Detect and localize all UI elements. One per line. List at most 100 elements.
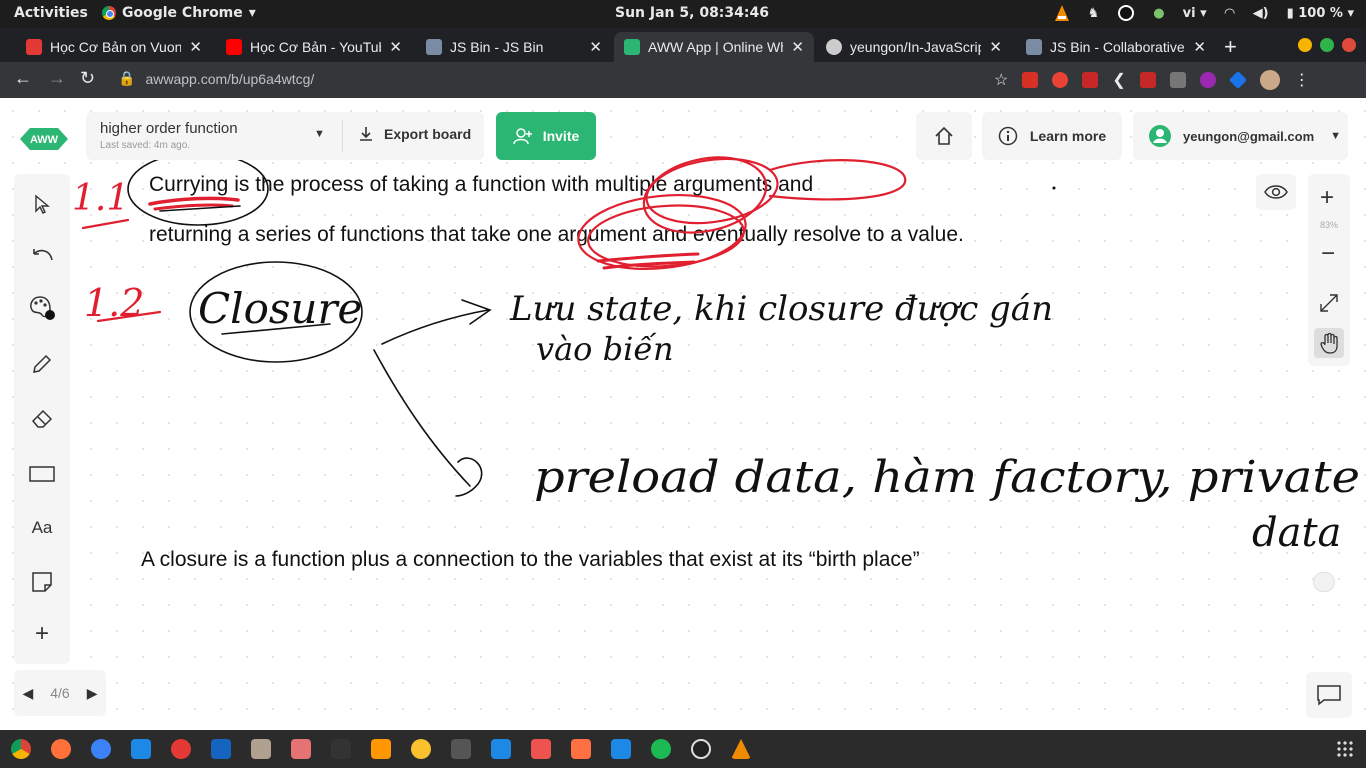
volume-icon[interactable]: ◀) (1253, 6, 1269, 21)
extension-mail-icon[interactable] (1139, 72, 1156, 88)
extension-diamond-icon[interactable] (1228, 70, 1247, 90)
extension-red-icon[interactable] (1022, 72, 1039, 88)
extension-abp-icon[interactable] (1082, 72, 1099, 88)
system-tray: ♞ ● vi ▾ ◠ ◀) ▮ 100 % ▾ (1054, 4, 1354, 22)
chat-button[interactable] (1306, 672, 1352, 718)
chrome-menu-icon[interactable]: ⋮ (1294, 70, 1310, 90)
system-top-bar: Activities Google Chrome ▾ Sun Jan 5, 08… (0, 0, 1366, 28)
extension-t-icon[interactable] (1169, 72, 1186, 88)
close-tab-icon[interactable]: ✕ (1193, 38, 1206, 56)
app-menu[interactable]: Google Chrome ▾ (102, 5, 256, 21)
fit-to-screen-button[interactable] (1318, 292, 1340, 319)
tab-title: Học Cơ Bản - YouTube (250, 39, 382, 55)
aww-logo[interactable]: AWW (18, 126, 70, 152)
emoji-app-icon[interactable] (411, 739, 431, 759)
user-avatar-icon (1149, 125, 1171, 147)
currying-text-line-1[interactable]: Currying is the process of taking a func… (149, 173, 813, 197)
activities-button[interactable]: Activities (14, 5, 88, 21)
extension-purple-icon[interactable] (1199, 72, 1216, 88)
add-user-icon (512, 128, 532, 145)
language-indicator[interactable]: vi ▾ (1183, 6, 1207, 21)
music-icon[interactable] (171, 739, 191, 759)
board-menu-chevron-icon[interactable]: ▼ (314, 128, 325, 140)
extension-recorder-icon[interactable] (1052, 72, 1069, 88)
tab-2[interactable]: Học Cơ Bản - YouTube ✕ (216, 32, 412, 62)
board-name[interactable]: higher order function (100, 120, 238, 137)
text-tool-button[interactable]: Aa (28, 514, 56, 542)
show-applications-icon[interactable] (1336, 740, 1354, 758)
obs-studio-icon[interactable] (691, 739, 711, 759)
tab-3[interactable]: JS Bin - JS Bin ✕ (416, 32, 612, 62)
chrome-icon[interactable] (11, 739, 31, 759)
document-icon[interactable] (211, 739, 231, 759)
extension-arrow-icon[interactable]: ❮ (1112, 70, 1125, 90)
obs-icon[interactable] (1117, 4, 1135, 22)
learn-more-button[interactable]: Learn more (982, 112, 1122, 160)
color-picker-button[interactable] (28, 294, 56, 322)
tab-6[interactable]: JS Bin - Collaborative ✕ (1016, 32, 1216, 62)
archive-icon[interactable] (251, 739, 271, 759)
system-clock[interactable]: Sun Jan 5, 08:34:46 (615, 5, 769, 21)
network-status-icon[interactable]: ● (1153, 6, 1164, 21)
user-account-menu[interactable]: yeungon@gmail.com ▼ (1133, 112, 1348, 160)
shape-tool-button[interactable] (28, 460, 56, 488)
vlc-player-icon[interactable] (731, 739, 751, 759)
select-tool-button[interactable] (28, 190, 56, 218)
close-tab-icon[interactable]: ✕ (389, 38, 402, 56)
page-navigator: ◀ 4/6 ▶ (14, 670, 106, 716)
sticky-note-tool-button[interactable] (28, 568, 56, 596)
files-icon[interactable] (131, 739, 151, 759)
close-tab-icon[interactable]: ✕ (189, 38, 202, 56)
wifi-icon[interactable]: ◠ (1225, 6, 1235, 21)
close-window-button[interactable] (1342, 38, 1356, 52)
pencil-tool-button[interactable] (28, 350, 56, 378)
spotify-icon[interactable] (651, 739, 671, 759)
pan-tool-button[interactable] (1314, 328, 1344, 358)
home-icon (935, 126, 953, 145)
invite-button[interactable]: Invite (496, 112, 596, 160)
camera-icon[interactable] (291, 739, 311, 759)
tab-5[interactable]: yeungon/In-JavaScrip ✕ (816, 32, 1012, 62)
undo-button[interactable] (28, 242, 56, 270)
closure-definition-text[interactable]: A closure is a function plus a connectio… (141, 548, 1021, 572)
tray-app-icon[interactable]: ♞ (1088, 6, 1100, 21)
terminal-icon[interactable] (331, 739, 351, 759)
bookmark-star-icon[interactable]: ☆ (994, 70, 1008, 90)
close-tab-icon[interactable]: ✕ (989, 38, 1002, 56)
next-page-button[interactable]: ▶ (87, 685, 98, 702)
address-bar[interactable]: 🔒 awwapp.com/b/up6a4wtcg/ (118, 70, 314, 87)
add-tool-button[interactable]: + (28, 620, 56, 648)
new-tab-button[interactable]: + (1224, 34, 1237, 60)
zoom-level: 83% (1319, 220, 1338, 230)
firefox-icon[interactable] (51, 739, 71, 759)
home-button[interactable] (916, 112, 972, 160)
tab-1[interactable]: Học Cơ Bản on Vuong ✕ (16, 32, 212, 62)
reload-button[interactable]: ↻ (80, 68, 95, 89)
wifi-app-icon[interactable] (451, 739, 471, 759)
sublime-icon[interactable] (371, 739, 391, 759)
calendar-icon[interactable] (531, 739, 551, 759)
close-tab-icon[interactable]: ✕ (589, 38, 602, 56)
export-board-button[interactable]: Export board (358, 126, 471, 142)
minimize-window-button[interactable] (1298, 38, 1312, 52)
maximize-window-button[interactable] (1320, 38, 1334, 52)
toggle-switch[interactable] (1313, 572, 1335, 592)
browser-icon[interactable] (91, 739, 111, 759)
vlc-icon[interactable] (1054, 4, 1070, 22)
forward-button[interactable]: → (48, 68, 66, 89)
vscode-icon[interactable] (611, 739, 631, 759)
back-button[interactable]: ← (14, 68, 32, 89)
tab-4[interactable]: AWW App | Online Wh ✕ (614, 32, 814, 62)
view-mode-button[interactable] (1256, 174, 1296, 210)
zoom-in-button[interactable]: + (1320, 184, 1334, 212)
whiteboard-app-icon[interactable] (491, 739, 511, 759)
eraser-tool-button[interactable] (28, 404, 56, 432)
battery-indicator[interactable]: ▮ 100 % ▾ (1287, 6, 1354, 21)
close-tab-icon[interactable]: ✕ (791, 38, 804, 56)
previous-page-button[interactable]: ◀ (22, 685, 33, 702)
currying-text-line-2[interactable]: returning a series of functions that tak… (149, 223, 964, 247)
zoom-out-button[interactable]: − (1321, 240, 1335, 268)
notes-icon[interactable] (571, 739, 591, 759)
browser-toolbar: ← → ↻ 🔒 awwapp.com/b/up6a4wtcg/ ☆ ❮ ⋮ (0, 62, 1366, 98)
profile-avatar[interactable] (1259, 70, 1280, 90)
